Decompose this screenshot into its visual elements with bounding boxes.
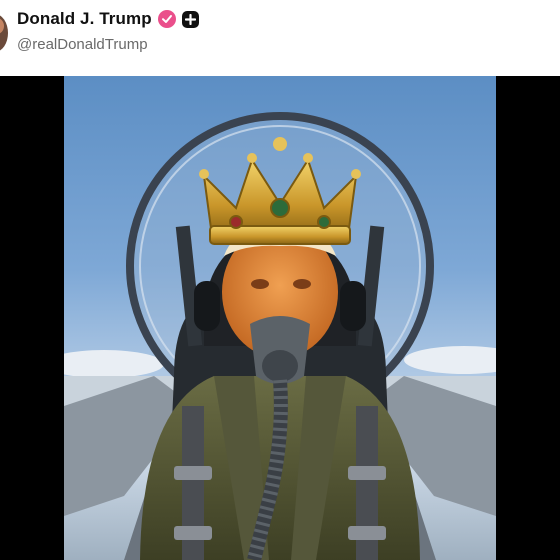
- verified-badge-icon: [157, 10, 176, 28]
- post-header: Donald J. Trump @realDonaldTrump: [0, 0, 560, 76]
- plus-icon[interactable]: [181, 10, 199, 28]
- post-media[interactable]: [0, 76, 560, 560]
- author-name[interactable]: Donald J. Trump: [17, 9, 152, 29]
- media-image[interactable]: [64, 76, 496, 560]
- avatar[interactable]: [0, 14, 8, 52]
- pilot-illustration: [64, 112, 496, 560]
- author-row: Donald J. Trump: [17, 8, 199, 30]
- author-handle[interactable]: @realDonaldTrump: [17, 36, 148, 53]
